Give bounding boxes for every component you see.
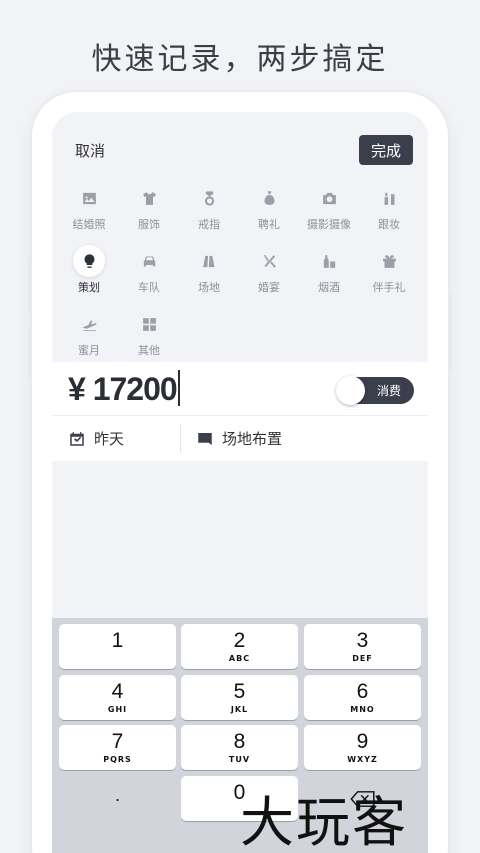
- map-icon: [193, 245, 225, 277]
- category-clothing[interactable]: 服饰: [119, 182, 179, 238]
- key-8[interactable]: 8 TUV: [181, 725, 298, 770]
- calendar-check-icon: [70, 431, 84, 446]
- key-digit: 1: [111, 629, 124, 652]
- key-decimal[interactable]: .: [59, 776, 176, 821]
- category-venue[interactable]: 场地: [179, 245, 239, 301]
- key-6[interactable]: 6 MNO: [304, 675, 421, 720]
- key-digit: .: [114, 785, 120, 805]
- meta-divider: [180, 424, 181, 453]
- category-label: 其他: [138, 344, 160, 357]
- category-label: 聘礼: [258, 218, 280, 231]
- category-label: 摄影摄像: [307, 218, 351, 231]
- category-label: 车队: [138, 281, 160, 294]
- category-wedding-photo[interactable]: 结婚照: [59, 182, 119, 238]
- fork-knife-icon: [253, 245, 285, 277]
- camera-icon: [313, 182, 345, 214]
- key-digit: 7: [111, 730, 124, 753]
- key-4[interactable]: 4 GHI: [59, 675, 176, 720]
- top-bar: 取消 完成: [52, 112, 428, 176]
- key-letters: PQRS: [103, 755, 132, 764]
- category-banquet[interactable]: 婚宴: [239, 245, 299, 301]
- category-label: 婚宴: [258, 281, 280, 294]
- category-tobacco-alcohol[interactable]: 烟酒: [299, 245, 359, 301]
- category-return-gift[interactable]: 伴手礼: [359, 245, 419, 301]
- bottle-icon: [313, 245, 345, 277]
- lightbulb-icon: [73, 245, 105, 277]
- note-icon: [198, 432, 212, 445]
- key-5[interactable]: 5 JKL: [181, 675, 298, 720]
- key-9[interactable]: 9 WXYZ: [304, 725, 421, 770]
- key-letters: ABC: [228, 654, 251, 663]
- category-label: 戒指: [198, 218, 220, 231]
- key-digit: 2: [233, 629, 246, 652]
- date-picker[interactable]: 昨天: [68, 416, 124, 461]
- toggle-knob: [336, 376, 365, 405]
- category-photography[interactable]: 摄影摄像: [299, 182, 359, 238]
- phone-side-button-left-top: [28, 258, 32, 312]
- key-digit: 9: [356, 730, 369, 753]
- key-7[interactable]: 7 PQRS: [59, 725, 176, 770]
- photo-icon: [73, 182, 105, 214]
- category-motorcade[interactable]: 车队: [119, 245, 179, 301]
- amount-row: ¥ 17200 消费: [52, 362, 428, 416]
- grid-icon: [133, 308, 165, 340]
- key-letters: GHI: [107, 705, 128, 714]
- car-icon: [133, 245, 165, 277]
- key-letters: JKL: [230, 705, 249, 714]
- category-label: 烟酒: [318, 281, 340, 294]
- category-betrothal-gift[interactable]: 聘礼: [239, 182, 299, 238]
- category-label: 蜜月: [78, 344, 100, 357]
- key-letters: MNO: [350, 705, 375, 714]
- key-letters: DEF: [352, 654, 373, 663]
- headline: 快速记录，两步搞定: [91, 42, 389, 77]
- ring-icon: [193, 182, 225, 214]
- cancel-button[interactable]: 取消: [75, 140, 105, 161]
- category-label: 策划: [78, 281, 100, 294]
- watermark-logo: 大玩客: [240, 791, 408, 853]
- category-makeup[interactable]: 跟妆: [359, 182, 419, 238]
- date-label: 昨天: [94, 430, 125, 448]
- key-letters: TUV: [228, 755, 251, 764]
- key-digit: 8: [233, 730, 246, 753]
- money-bag-icon: [253, 182, 285, 214]
- toggle-label: 消费: [376, 384, 401, 398]
- text-caret: [177, 370, 180, 406]
- key-digit: 3: [356, 629, 369, 652]
- meta-row: 昨天 场地布置: [52, 416, 428, 461]
- amount-input[interactable]: ¥ 17200: [68, 370, 180, 408]
- currency-symbol: ¥: [68, 371, 86, 407]
- makeup-icon: [373, 182, 405, 214]
- category-label: 服饰: [138, 218, 160, 231]
- key-digit: 4: [111, 680, 124, 703]
- category-honeymoon[interactable]: 蜜月: [59, 308, 119, 364]
- key-digit: 5: [233, 680, 246, 703]
- category-label: 伴手礼: [372, 281, 406, 294]
- key-2[interactable]: 2 ABC: [181, 624, 298, 669]
- category-label: 场地: [198, 281, 220, 294]
- key-1[interactable]: 1: [59, 624, 176, 669]
- amount-value: 17200: [92, 371, 178, 407]
- done-button[interactable]: 完成: [359, 135, 413, 165]
- app-screen: 取消 完成 结婚照 服饰 戒指 聘礼 摄影摄像 跟妆 策划 车队 场地 婚宴 烟…: [52, 112, 428, 853]
- phone-side-button-right: [448, 292, 452, 372]
- note-field[interactable]: 场地布置: [196, 416, 282, 461]
- category-label: 结婚照: [72, 218, 106, 231]
- key-letters: WXYZ: [347, 755, 378, 764]
- airplane-icon: [73, 308, 105, 340]
- phone-side-button-left-bottom: [28, 326, 32, 380]
- key-3[interactable]: 3 DEF: [304, 624, 421, 669]
- category-ring[interactable]: 戒指: [179, 182, 239, 238]
- category-label: 跟妆: [378, 218, 400, 231]
- key-digit: 6: [356, 680, 369, 703]
- shirt-icon: [133, 182, 165, 214]
- expense-toggle[interactable]: 消费: [336, 376, 414, 405]
- note-label: 场地布置: [222, 430, 283, 448]
- gift-icon: [373, 245, 405, 277]
- category-planning[interactable]: 策划: [59, 245, 119, 301]
- category-other[interactable]: 其他: [119, 308, 179, 364]
